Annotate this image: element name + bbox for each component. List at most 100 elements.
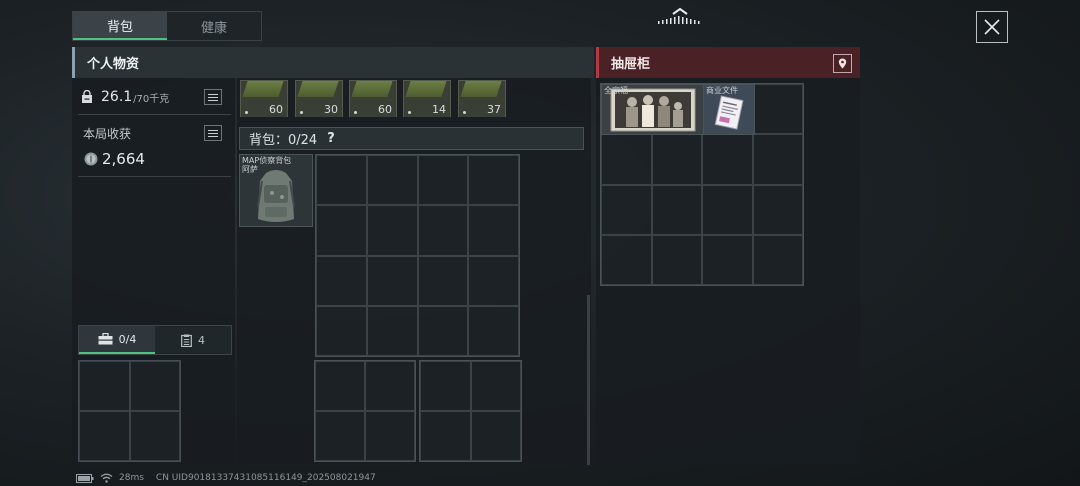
tab-backpack[interactable]: 背包 [73,12,167,40]
slot[interactable] [417,205,469,256]
slot[interactable] [468,305,519,356]
slot[interactable] [365,411,415,461]
slot[interactable] [315,411,365,461]
weight-value: 26.1 [101,89,133,105]
slot[interactable] [316,205,367,256]
slot[interactable] [79,411,130,461]
slot[interactable] [752,134,803,185]
toolbox-icon [98,333,113,345]
slot[interactable] [702,184,753,235]
help-icon[interactable]: ? [327,131,335,146]
slot[interactable] [752,84,803,135]
slot[interactable] [702,234,753,285]
family-photo-item[interactable]: 全家福 [601,84,704,135]
ammo-item[interactable]: 60 [240,80,288,117]
clipboard-count: 4 [198,333,205,347]
slot[interactable] [79,361,130,411]
backpack-item[interactable]: MAP侦察背包 阿萨 [239,154,313,227]
divider [78,176,231,177]
slot[interactable] [129,411,180,461]
ammo-count: 60 [378,103,392,116]
wifi-icon [100,473,113,483]
slot[interactable] [366,205,418,256]
close-icon [984,19,1000,35]
slot[interactable] [601,234,652,285]
slot[interactable] [366,155,418,206]
ammo-count: 30 [324,103,338,116]
close-button[interactable] [976,11,1008,43]
harvest-label: 本局收获 [83,127,132,141]
ammo-item[interactable]: 60 [349,80,397,117]
pocket-grid [314,360,416,462]
uid-text: CN UID9018133743108511614​9_202508021947 [155,473,376,483]
slot[interactable] [366,255,418,306]
container-tabs: 0/4 4 [78,325,232,355]
status-bar: 28ms CN UID9018133743108511614​9_2025080… [76,473,376,483]
slot[interactable] [470,411,521,461]
tab-clipboard[interactable]: 4 [155,326,231,354]
business-document-name: 商业文件 [706,86,738,95]
toolbox-grid [78,360,181,462]
location-pin-icon [838,58,847,69]
slot[interactable] [315,361,365,411]
ammo-count: 60 [269,103,283,116]
slot[interactable] [468,205,519,256]
slot[interactable] [417,155,469,206]
slot[interactable] [129,361,180,411]
slot[interactable] [365,361,415,411]
slot[interactable] [316,155,367,206]
slot[interactable] [420,411,471,461]
clipboard-icon [181,334,192,347]
ammo-item[interactable]: 30 [295,80,343,117]
slot[interactable] [752,184,803,235]
slot[interactable] [651,184,702,235]
scrollbar[interactable] [587,295,590,465]
weight-max: /70千克 [133,93,170,105]
family-photo-name: 全家福 [604,86,628,95]
slot[interactable] [651,234,702,285]
pull-handle-icon[interactable] [655,6,705,26]
harvest-value: 2,664 [102,150,145,168]
divider [78,114,231,115]
slot[interactable] [417,255,469,306]
ammo-count: 14 [432,103,446,116]
slot[interactable] [702,134,753,185]
document-icon [714,95,744,130]
weight-icon [82,90,92,103]
slot[interactable] [470,361,521,411]
backpack-grid [315,154,520,357]
drawer-header: 抽屉柜 [596,47,860,78]
ammo-count: 37 [487,103,501,116]
location-pin-button[interactable] [833,54,852,73]
drawer-title: 抽屉柜 [611,57,651,72]
slot[interactable] [420,361,471,411]
personal-supplies-header: 个人物资 [72,47,594,78]
slot[interactable] [468,155,519,206]
slot[interactable] [316,305,367,356]
toolbox-count: 0/4 [118,332,137,346]
slot[interactable] [752,234,803,285]
ammo-item[interactable]: 14 [403,80,451,117]
slot[interactable] [316,255,367,306]
weight-list-button[interactable] [204,89,222,105]
slot[interactable] [468,255,519,306]
pocket-grid [419,360,522,462]
tab-health[interactable]: 健康 [167,12,261,40]
harvest-value-row: 2,664 [84,150,145,168]
harvest-list-button[interactable] [204,125,222,141]
coin-icon [84,152,98,166]
slot[interactable] [366,305,418,356]
top-tab-bar: 背包 健康 [72,11,262,41]
tab-toolbox[interactable]: 0/4 [79,326,155,354]
backpack-capacity-label: 背包：0/24 [249,133,318,148]
ammo-item[interactable]: 37 [458,80,506,117]
battery-icon [76,473,94,483]
ping-value: 28ms [119,473,144,483]
backpack-capacity-bar: 背包：0/24 ? [239,127,584,150]
personal-supplies-title: 个人物资 [87,57,140,72]
business-document-item[interactable]: 商业文件 [703,84,755,135]
slot[interactable] [417,305,469,356]
slot[interactable] [601,184,652,235]
slot[interactable] [651,134,702,185]
slot[interactable] [601,134,652,185]
